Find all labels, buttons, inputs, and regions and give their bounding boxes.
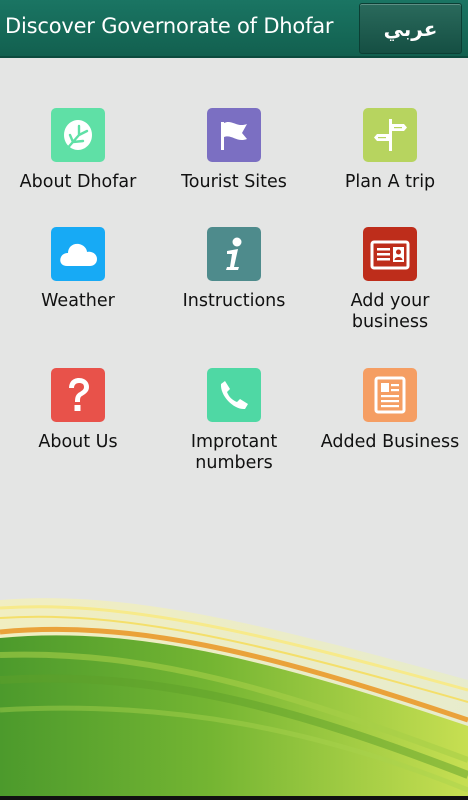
- menu-label: Add your business: [350, 291, 430, 332]
- info-icon: [207, 227, 261, 281]
- menu-label: Weather: [41, 291, 115, 311]
- menu-label: Plan A trip: [344, 172, 436, 192]
- menu-item-about-dhofar[interactable]: About Dhofar: [0, 108, 156, 193]
- menu-item-about-us[interactable]: About Us: [0, 368, 156, 453]
- bottom-bar: [0, 796, 468, 800]
- menu-item-important-numbers[interactable]: Improtant numbers: [156, 368, 312, 474]
- menu-label: Added Business: [320, 432, 460, 452]
- menu-item-tourist-sites[interactable]: Tourist Sites: [156, 108, 312, 193]
- menu-label: Instructions: [182, 291, 286, 311]
- leaf-icon: [51, 108, 105, 162]
- flag-icon: [207, 108, 261, 162]
- question-icon: [51, 368, 105, 422]
- phone-icon: [207, 368, 261, 422]
- signpost-icon: [363, 108, 417, 162]
- cloud-icon: [51, 227, 105, 281]
- menu-label: About Us: [38, 432, 118, 452]
- menu-item-add-your-business[interactable]: Add your business: [312, 227, 468, 333]
- menu-item-weather[interactable]: Weather: [0, 227, 156, 312]
- decorative-wave-background: [0, 560, 468, 800]
- menu-label: About Dhofar: [19, 172, 137, 192]
- document-icon: [363, 368, 417, 422]
- menu-grid: About Dhofar Tourist Sites Plan A trip W…: [0, 0, 468, 560]
- menu-item-instructions[interactable]: Instructions: [156, 227, 312, 312]
- menu-item-plan-a-trip[interactable]: Plan A trip: [312, 108, 468, 193]
- menu-item-added-business[interactable]: Added Business: [312, 368, 468, 453]
- menu-label: Improtant numbers: [190, 432, 278, 473]
- menu-label: Tourist Sites: [181, 172, 287, 192]
- id-card-icon: [363, 227, 417, 281]
